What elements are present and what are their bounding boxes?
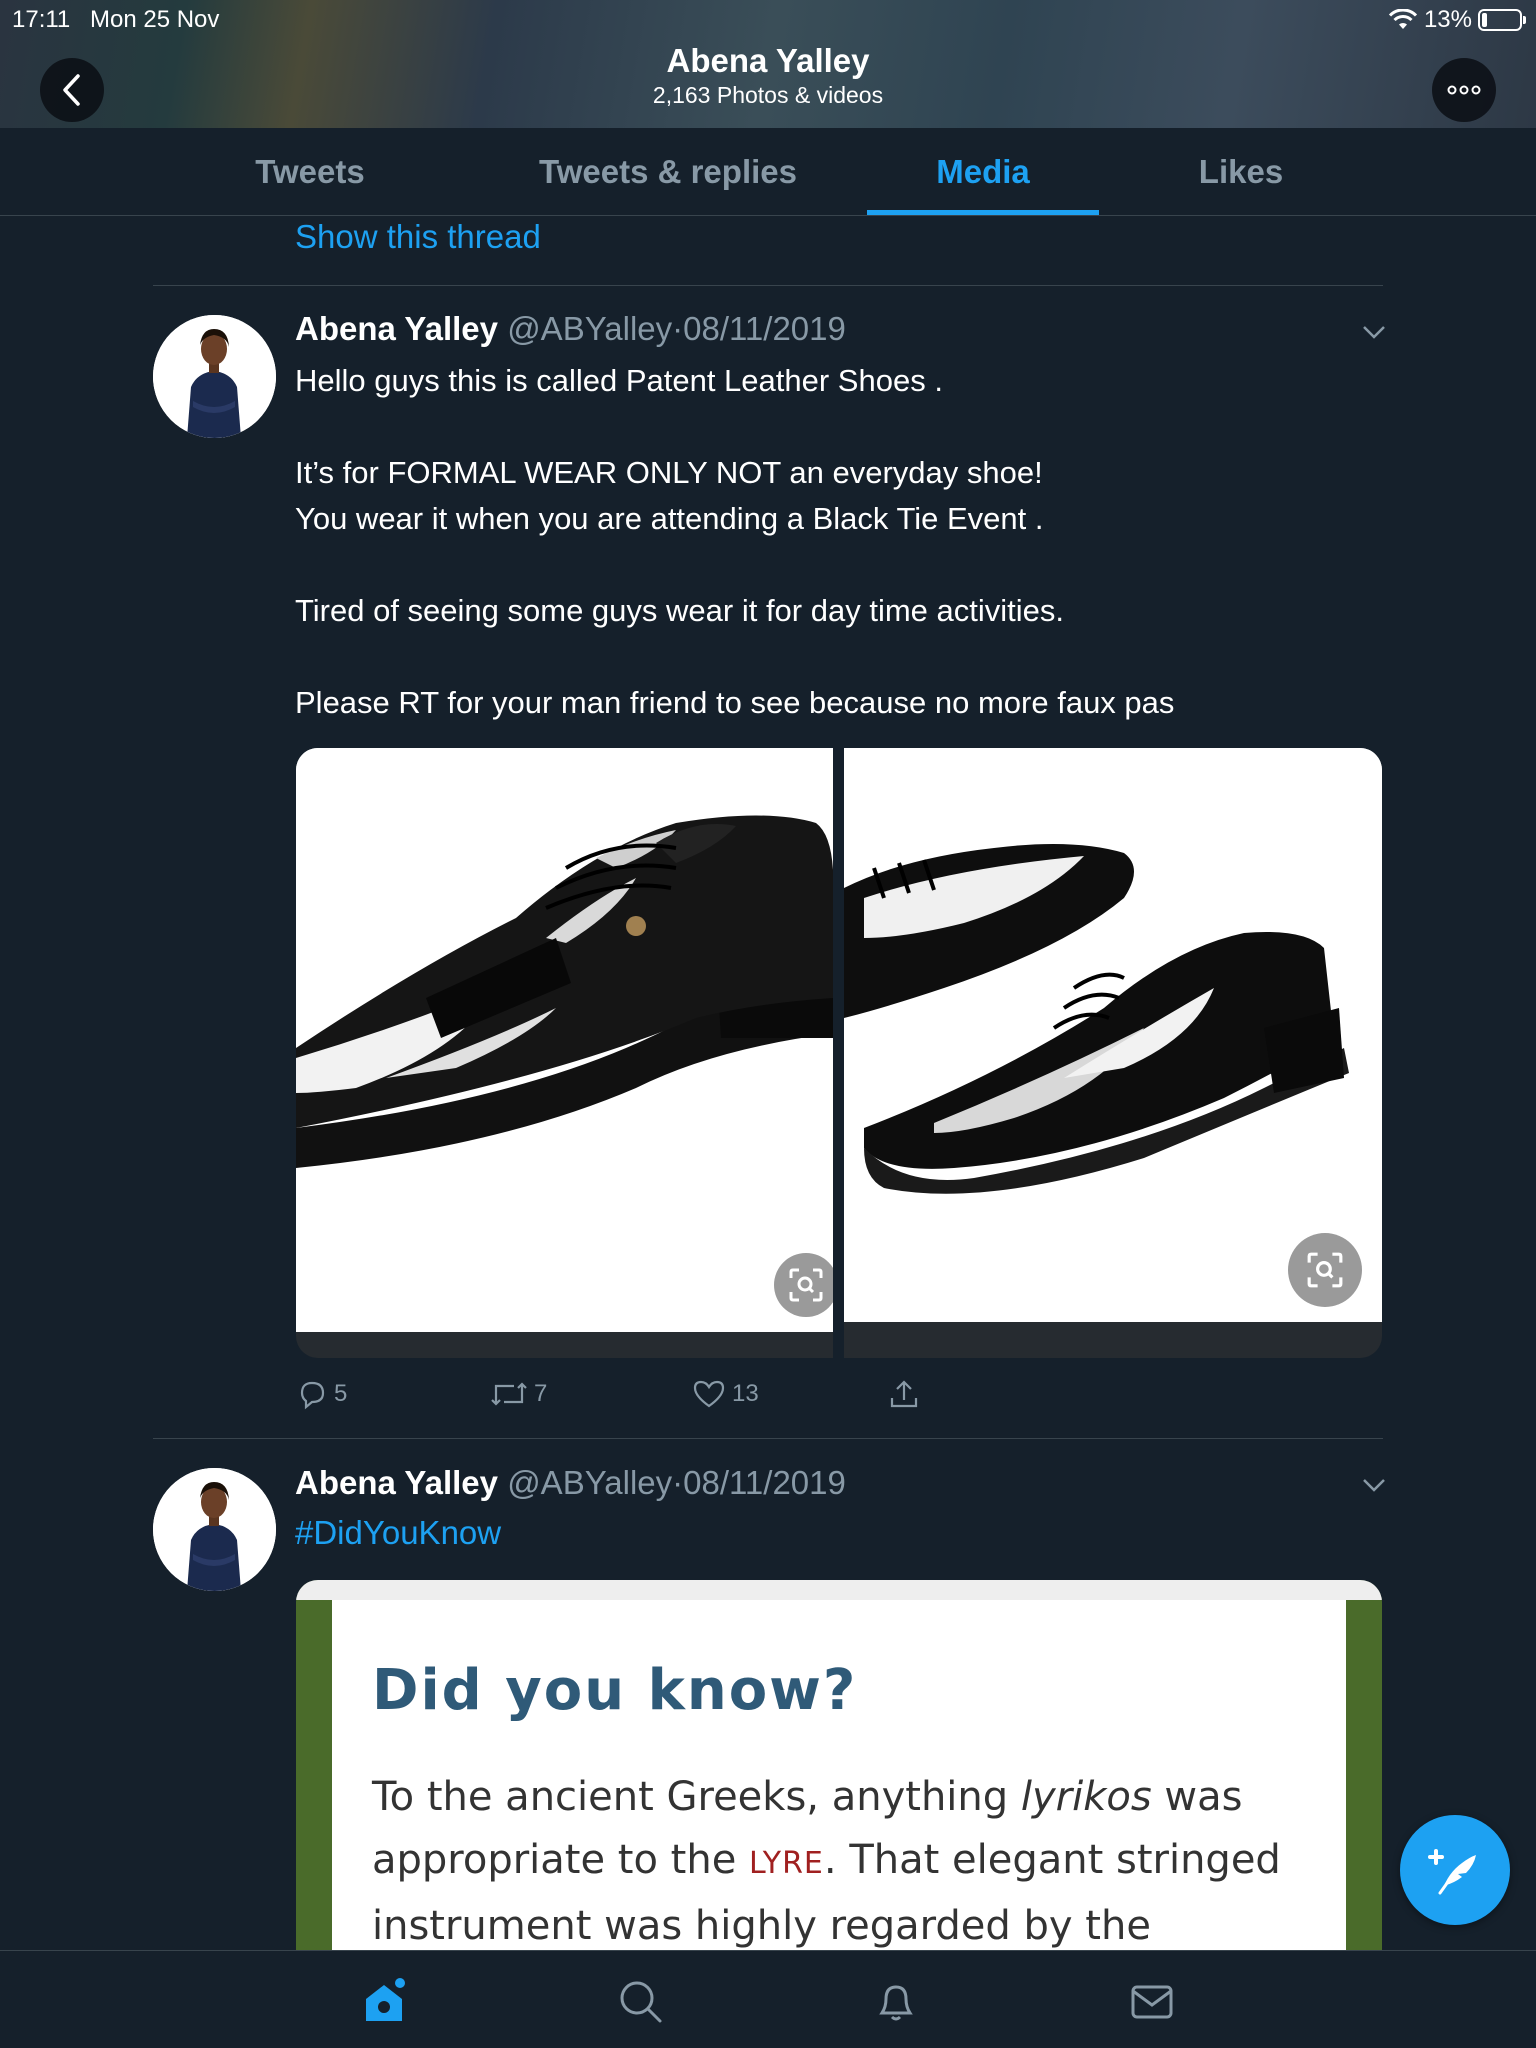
battery-percentage: 13% [1423, 6, 1472, 33]
share-button[interactable] [888, 1378, 920, 1410]
like-button[interactable]: 13 [692, 1378, 759, 1410]
did-you-know-image[interactable]: Did you know? To the ancient Greeks, any… [296, 1580, 1382, 1950]
home-icon [366, 1978, 405, 2021]
notifications-tab[interactable] [870, 1975, 922, 2027]
more-options-button[interactable] [1432, 58, 1496, 122]
avatar[interactable] [153, 315, 276, 438]
meta-separator: · [672, 1464, 684, 1501]
messages-tab[interactable] [1126, 1975, 1178, 2027]
retweet-count: 7 [534, 1380, 548, 1407]
card-top-shade [296, 1580, 1382, 1600]
media-strip [296, 1332, 833, 1358]
tweet-date: 08/11/2019 [683, 310, 846, 347]
wifi-icon [1388, 9, 1418, 29]
share-icon [890, 1380, 918, 1408]
mail-icon [1131, 1985, 1173, 2019]
status-time: 17:11 [12, 6, 71, 33]
meta-separator: · [672, 310, 684, 347]
zoom-scan-icon [789, 1268, 823, 1302]
zoom-button[interactable] [774, 1253, 833, 1317]
profile-photo [153, 315, 276, 438]
profile-header-banner: 17:11 Mon 25 Nov 13% Abena Yalley 2,163 … [0, 0, 1536, 128]
tweet-date: 08/11/2019 [683, 1464, 846, 1501]
profile-tabs: Tweets Tweets & replies Media Likes [0, 128, 1536, 216]
reply-icon [300, 1381, 325, 1410]
bell-icon [879, 1985, 913, 2021]
reply-button[interactable]: 5 [296, 1378, 347, 1410]
search-icon [620, 1981, 662, 2023]
tab-tweets-and-replies[interactable]: Tweets & replies [520, 128, 816, 216]
tab-likes[interactable]: Likes [1141, 128, 1341, 216]
heart-icon [693, 1380, 725, 1408]
zoom-scan-icon [1307, 1252, 1343, 1288]
media-count-subtitle: 2,163 Photos & videos [652, 82, 884, 108]
did-you-know-title: Did you know? [372, 1658, 858, 1723]
media-strip [844, 1322, 1382, 1358]
author-name[interactable]: Abena Yalley [295, 1464, 498, 1501]
profile-name-title: Abena Yalley [666, 42, 870, 79]
compose-feather-icon [1428, 1849, 1476, 1895]
did-you-know-panel: Did you know? To the ancient Greeks, any… [332, 1600, 1346, 1950]
active-tab-indicator [867, 210, 1099, 215]
divider [153, 1438, 1383, 1439]
shoe-photo-right[interactable] [844, 748, 1382, 1322]
shoe-photo-left[interactable] [296, 748, 833, 1332]
profile-photo [153, 1468, 276, 1591]
bottom-tab-bar [0, 1950, 1536, 2048]
tweet-header: Abena Yalley @ABYalley·08/11/2019 [295, 310, 846, 348]
reply-count: 5 [334, 1380, 348, 1407]
compose-tweet-button[interactable] [1400, 1815, 1510, 1925]
status-indicators: 13% [1388, 6, 1526, 34]
tab-media[interactable]: Media [867, 128, 1099, 216]
like-count: 13 [732, 1380, 759, 1407]
avatar[interactable] [153, 1468, 276, 1591]
did-you-know-text: To the ancient Greeks, anything lyrikos … [372, 1774, 1281, 1949]
zoom-button[interactable] [1288, 1233, 1362, 1307]
tweet-text: Hello guys this is called Patent Leather… [295, 363, 1175, 720]
tweet-header: Abena Yalley @ABYalley·08/11/2019 [295, 1464, 846, 1502]
chevron-down-icon[interactable] [1360, 318, 1388, 346]
battery-icon [1478, 9, 1526, 31]
more-icon [1447, 85, 1481, 95]
tab-tweets[interactable]: Tweets [210, 128, 410, 216]
show-thread-link[interactable]: Show this thread [295, 218, 541, 256]
chevron-down-icon[interactable] [1360, 1471, 1388, 1499]
search-tab[interactable] [614, 1975, 666, 2027]
author-name[interactable]: Abena Yalley [295, 310, 498, 347]
status-date: Mon 25 Nov [90, 6, 220, 33]
author-handle: @ABYalley [507, 1464, 673, 1501]
author-handle: @ABYalley [507, 310, 673, 347]
home-tab[interactable] [358, 1975, 410, 2027]
tweet-media-grid[interactable] [296, 748, 1382, 1358]
tweet-actions: 5 7 13 [296, 1378, 996, 1418]
retweet-icon [491, 1382, 527, 1406]
retweet-button[interactable]: 7 [490, 1378, 547, 1410]
divider [153, 285, 1383, 286]
hashtag-link[interactable]: #DidYouKnow [295, 1514, 501, 1552]
